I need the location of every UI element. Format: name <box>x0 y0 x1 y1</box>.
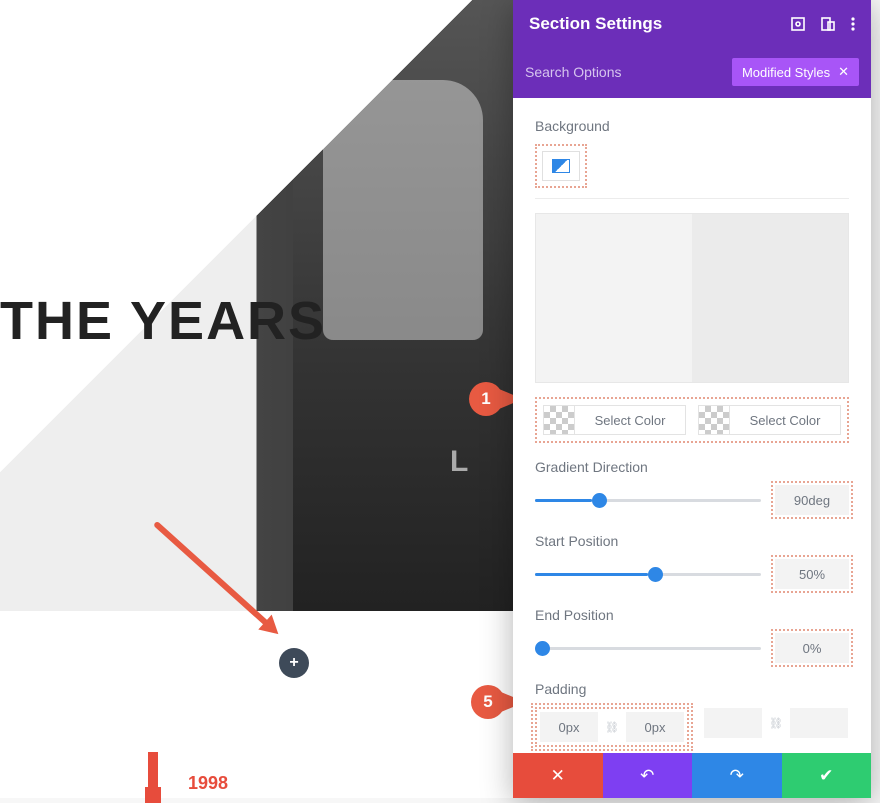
undo-button[interactable]: ↶ <box>603 753 693 798</box>
slider-thumb[interactable] <box>648 567 663 582</box>
expand-icon[interactable] <box>791 17 805 31</box>
padding-top-input[interactable] <box>540 712 598 742</box>
color-picker-1[interactable]: Select Color <box>543 405 686 435</box>
end-position-label: End Position <box>535 607 849 623</box>
gradient-direction-slider[interactable] <box>535 499 761 502</box>
padding-label: Padding <box>535 681 849 697</box>
close-icon: ✕ <box>551 766 565 786</box>
confirm-button[interactable]: ✔ <box>782 753 872 798</box>
truncated-text: L <box>450 445 468 479</box>
end-position-input[interactable] <box>775 633 849 663</box>
chip-label: Modified Styles <box>742 65 830 80</box>
start-position-row <box>535 559 849 589</box>
select-color-2-button[interactable]: Select Color <box>730 405 841 435</box>
modified-styles-chip[interactable]: Modified Styles ✕ <box>732 58 859 86</box>
hero-title: THE YEARS <box>0 290 326 352</box>
padding-bottom-input[interactable] <box>626 712 684 742</box>
timeline-marker <box>148 752 158 792</box>
padding-left-input[interactable] <box>704 708 762 738</box>
padding-inputs: ⛓ ⛓ <box>535 707 849 747</box>
link-icon[interactable]: ⛓ <box>762 708 790 738</box>
canvas-lower-box <box>0 611 296 729</box>
gradient-preview <box>535 213 849 383</box>
badge-label: 5 <box>471 685 505 719</box>
panel-body: Background Select Color Select Color Gra… <box>513 98 871 788</box>
transparency-swatch-icon <box>543 405 575 435</box>
gradient-direction-row <box>535 485 849 515</box>
more-icon[interactable] <box>851 17 855 31</box>
divider <box>535 198 849 199</box>
panel-header-actions <box>791 17 855 31</box>
gradient-icon <box>552 159 570 173</box>
undo-icon: ↶ <box>640 766 654 786</box>
redo-button[interactable]: ↷ <box>692 753 782 798</box>
timeline-year: 1998 <box>188 773 228 794</box>
slider-thumb[interactable] <box>592 493 607 508</box>
start-position-slider[interactable] <box>535 573 761 576</box>
end-position-row <box>535 633 849 663</box>
transparency-swatch-icon <box>698 405 730 435</box>
panel-header: Section Settings <box>513 0 871 48</box>
padding-top-bottom-highlight: ⛓ <box>535 707 689 747</box>
responsive-icon[interactable] <box>821 17 835 31</box>
hero-background: THE YEARS L <box>0 0 513 611</box>
background-label: Background <box>535 118 849 134</box>
cancel-button[interactable]: ✕ <box>513 753 603 798</box>
color-picker-2[interactable]: Select Color <box>698 405 841 435</box>
padding-left-right-group: ⛓ <box>703 707 849 747</box>
select-color-1-button[interactable]: Select Color <box>575 405 686 435</box>
background-tabs-highlight <box>535 144 587 188</box>
editor-canvas: THE YEARS L + 1998 <box>0 0 513 798</box>
close-icon[interactable]: ✕ <box>838 64 849 80</box>
gradient-tab[interactable] <box>542 151 580 181</box>
color-pickers-highlight: Select Color Select Color <box>535 397 849 443</box>
section-settings-panel: Section Settings Modified Styles ✕ Backg… <box>513 0 871 798</box>
end-position-slider[interactable] <box>535 647 761 650</box>
gradient-direction-input[interactable] <box>775 485 849 515</box>
plus-icon: + <box>289 654 298 672</box>
add-section-button[interactable]: + <box>279 648 309 678</box>
panel-action-bar: ✕ ↶ ↷ ✔ <box>513 753 871 798</box>
slider-thumb[interactable] <box>535 641 550 656</box>
gradient-direction-label: Gradient Direction <box>535 459 849 475</box>
link-icon[interactable]: ⛓ <box>598 712 626 742</box>
search-input[interactable] <box>525 64 722 80</box>
panel-search-row: Modified Styles ✕ <box>513 48 871 98</box>
check-icon: ✔ <box>819 766 833 786</box>
padding-right-input[interactable] <box>790 708 848 738</box>
badge-label: 1 <box>469 382 503 416</box>
panel-title: Section Settings <box>529 14 662 34</box>
redo-icon: ↷ <box>730 766 744 786</box>
start-position-label: Start Position <box>535 533 849 549</box>
start-position-input[interactable] <box>775 559 849 589</box>
